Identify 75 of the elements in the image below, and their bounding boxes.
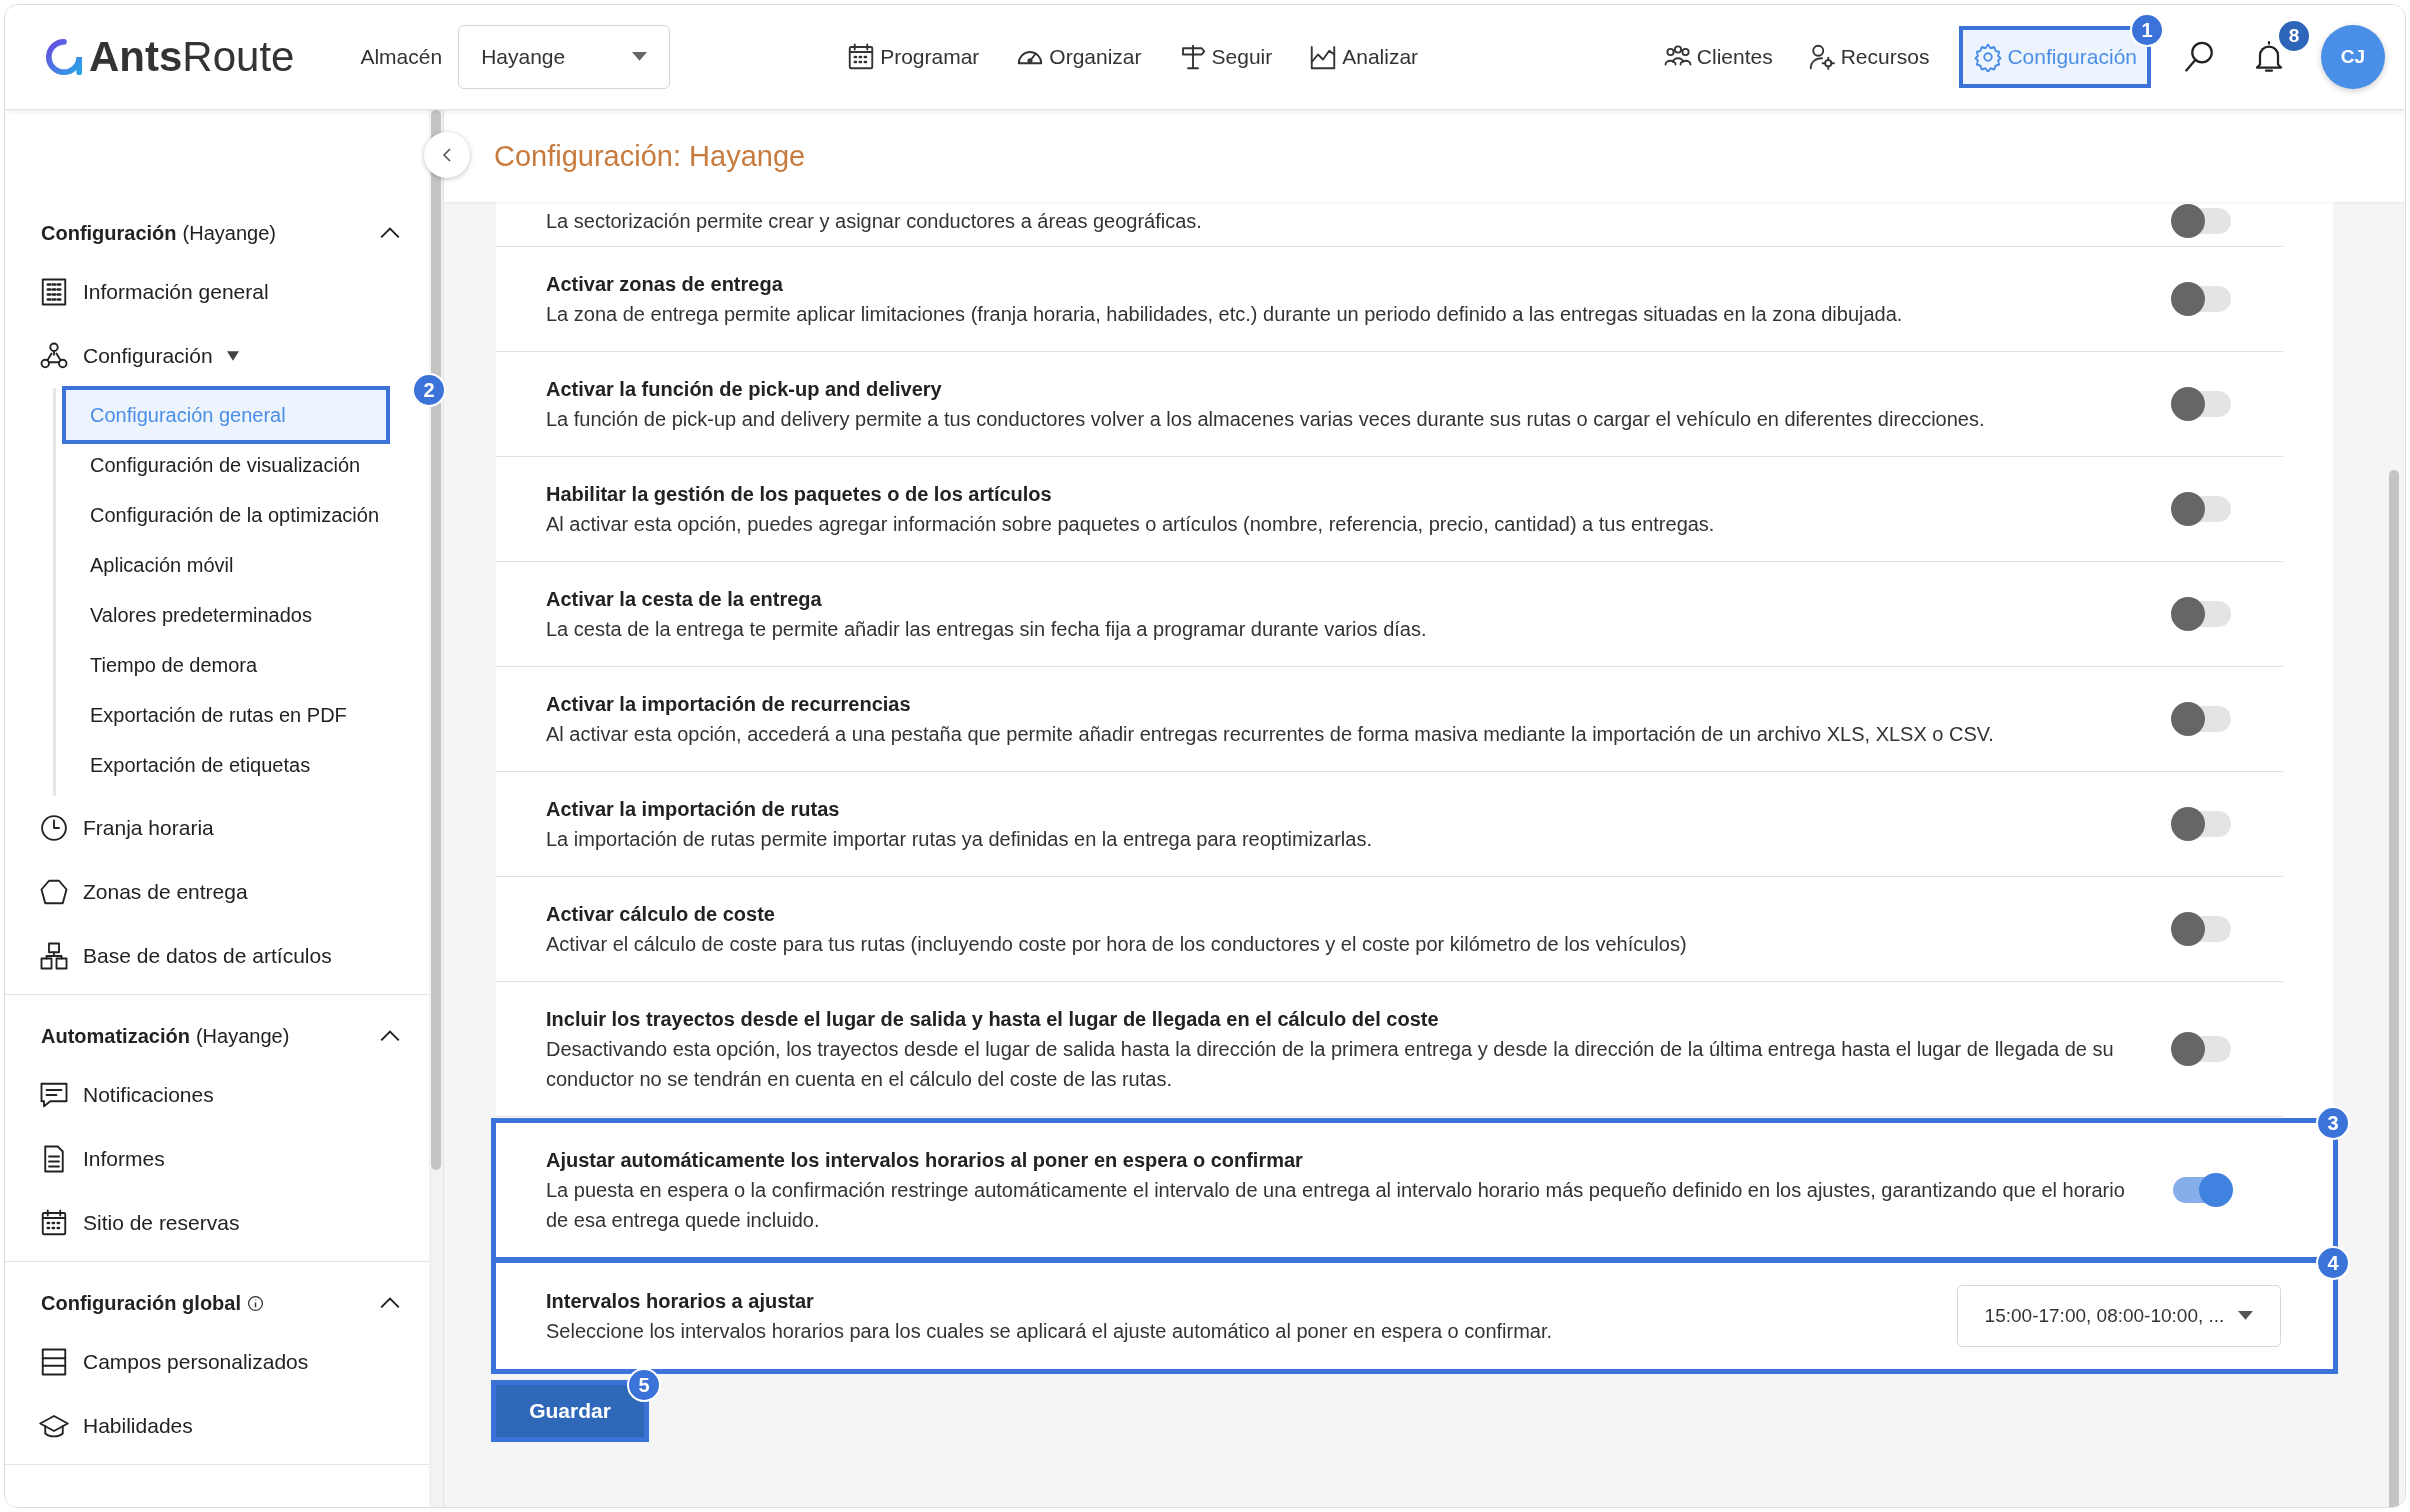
- setting-description: Al activar esta opción, puedes agregar información sobre paquetes o artículos (nombre, referencia, precio, cantidad) a tus entregas.: [546, 512, 1716, 537]
- section-context: (Hayange): [182, 221, 276, 245]
- nav-link[interactable]: Analizar: [1308, 30, 1419, 84]
- caret-icon: [632, 52, 648, 62]
- collapse-chevron-icon[interactable]: [379, 1296, 401, 1310]
- collapse-chevron-icon[interactable]: [379, 1029, 401, 1043]
- setting-title: Incluir los trayectos desde el lugar de salida y hasta el lugar de llegada en el cálculo del coste: [546, 1007, 1440, 1032]
- collapse-chevron-icon[interactable]: [379, 226, 401, 240]
- sidebar-subitem[interactable]: Aplicación móvil: [66, 540, 386, 590]
- sidebar-subitem[interactable]: Configuración de visualización: [66, 440, 386, 490]
- boxes-icon: [39, 941, 69, 971]
- setting-title: Activar la importación de rutas: [546, 797, 841, 822]
- section-title: Automatización: [41, 1024, 190, 1048]
- setting-description: Al activar esta opción, accederá a una pestaña que permite añadir entregas recurrentes de forma masiva mediante la importación de un archivo XLS, XLSX o CSV.: [546, 722, 1995, 747]
- section-title: Configuración global: [41, 1291, 241, 1315]
- chevron-left-icon: [442, 147, 452, 163]
- sidebar-item[interactable]: Franja horaria: [5, 796, 429, 860]
- sidebar-item[interactable]: Zonas de entrega: [5, 860, 429, 924]
- setting-title: Activar zonas de entrega: [546, 272, 784, 297]
- polygon-icon: [39, 877, 69, 907]
- nav-link[interactable]: Seguir: [1177, 30, 1273, 84]
- scrollbar-thumb[interactable]: [2389, 470, 2399, 1507]
- setting-description: La zona de entrega permite aplicar limitaciones (franja horaria, habilidades, etc.) durante un periodo definido a las entregas situadas en la zona dibujada.: [546, 302, 1904, 327]
- clock-icon: [39, 813, 69, 843]
- logo-text: AntsRoute: [89, 33, 295, 81]
- nav-link[interactable]: Recursos: [1806, 30, 1930, 84]
- setting-description: Seleccione los intervalos horarios para los cuales se aplicará el ajuste automático al poner en espera o confirmar.: [546, 1319, 1554, 1344]
- sidebar-subitem[interactable]: Configuración de la optimización: [66, 490, 386, 540]
- step-number-badge: 4: [2316, 1246, 2350, 1280]
- setting-title: Activar cálculo de coste: [546, 902, 776, 927]
- sidebar-item[interactable]: Campos personalizados: [5, 1330, 429, 1394]
- caret-icon: [2238, 1311, 2254, 1321]
- time-slots-dropdown[interactable]: 15:00-17:00, 08:00-10:00, ...: [1957, 1285, 2281, 1347]
- notification-count: 8: [2279, 21, 2309, 51]
- setting-title: Activar la función de pick-up and delivery: [546, 377, 943, 402]
- setting-description: La cesta de la entrega te permite añadir las entregas sin fecha fija a programar durante varios días.: [546, 617, 1428, 642]
- setting-title: Ajustar automáticamente los intervalos horarios al poner en espera o confirmar: [546, 1148, 1304, 1173]
- step-number-badge: 1: [2130, 13, 2164, 47]
- section-context: (Hayange): [195, 1024, 290, 1048]
- setting-title: Activar la cesta de la entrega: [546, 587, 823, 612]
- calendar-icon: [39, 1208, 69, 1238]
- setting-description: La puesta en espera o la confirmación restringe automáticamente el intervalo de una entrega al intervalo horario más pequeño definido en los ajustes, garantizando que el horario de esa entrega quede incluido.: [546, 1178, 2126, 1233]
- section-title: Configuración: [41, 221, 177, 245]
- sidebar-subitem[interactable]: Valores predeterminados: [66, 590, 386, 640]
- sidebar-item[interactable]: Sitio de reservas: [5, 1191, 429, 1255]
- logo-icon: [45, 38, 83, 76]
- sidebar-item[interactable]: Notificaciones: [5, 1063, 429, 1127]
- sidebar-subitem[interactable]: Exportación de rutas en PDF: [66, 690, 386, 740]
- building-icon: [39, 277, 69, 307]
- sidebar-item[interactable]: Habilidades: [5, 1394, 429, 1458]
- setting-title: Intervalos horarios a ajustar: [546, 1289, 815, 1314]
- nav-link[interactable]: Organizar: [1015, 30, 1142, 84]
- table-icon: [39, 1347, 69, 1377]
- sidebar-item[interactable]: Información general: [5, 260, 429, 324]
- nodes-icon: [39, 341, 69, 371]
- sidebar-item[interactable]: Informes: [5, 1127, 429, 1191]
- setting-description: La función de pick-up and delivery permite a tus conductores volver a los almacenes varias veces durante sus rutas o cargar el vehículo en diferentes direcciones.: [546, 407, 1986, 432]
- warehouse-dropdown[interactable]: Hayange: [458, 25, 671, 89]
- setting-description: Activar el cálculo de coste para tus rutas (incluyendo coste por hora de los conductores y el coste por kilómetro de los vehículos): [546, 932, 1688, 957]
- setting-title: Habilitar la gestión de los paquetes o de los artículos: [546, 482, 1053, 507]
- chat-icon: [39, 1080, 69, 1110]
- sidebar-subitem[interactable]: Tiempo de demora: [66, 640, 386, 690]
- setting-title: Activar la importación de recurrencias: [546, 692, 912, 717]
- nav-link[interactable]: Programar: [846, 30, 980, 84]
- warehouse-label: Almacén: [360, 45, 443, 69]
- setting-description: Desactivando esta opción, los trayectos desde el lugar de salida hasta la dirección de la primera entrega y desde la dirección de la última entrega hasta el lugar de llegada de su conductor no se tendrán en cuenta en el cálculo del coste de las rutas.: [546, 1037, 2115, 1092]
- sidebar-item[interactable]: Base de datos de artículos: [5, 924, 429, 988]
- step-number-badge: 2: [412, 373, 446, 407]
- page-title: Configuración: Hayange: [494, 139, 806, 173]
- sidebar-subitem[interactable]: Exportación de etiquetas: [66, 740, 386, 790]
- setting-description: La importación de rutas permite importar rutas ya definidas en la entrega para reoptimizarlas.: [546, 827, 1373, 852]
- step-number-badge: 3: [2316, 1106, 2350, 1140]
- setting-description: La sectorización permite crear y asignar conductores a áreas geográficas.: [546, 209, 1203, 234]
- nav-link[interactable]: Clientes: [1662, 30, 1773, 84]
- settings-icon: [1973, 42, 2004, 72]
